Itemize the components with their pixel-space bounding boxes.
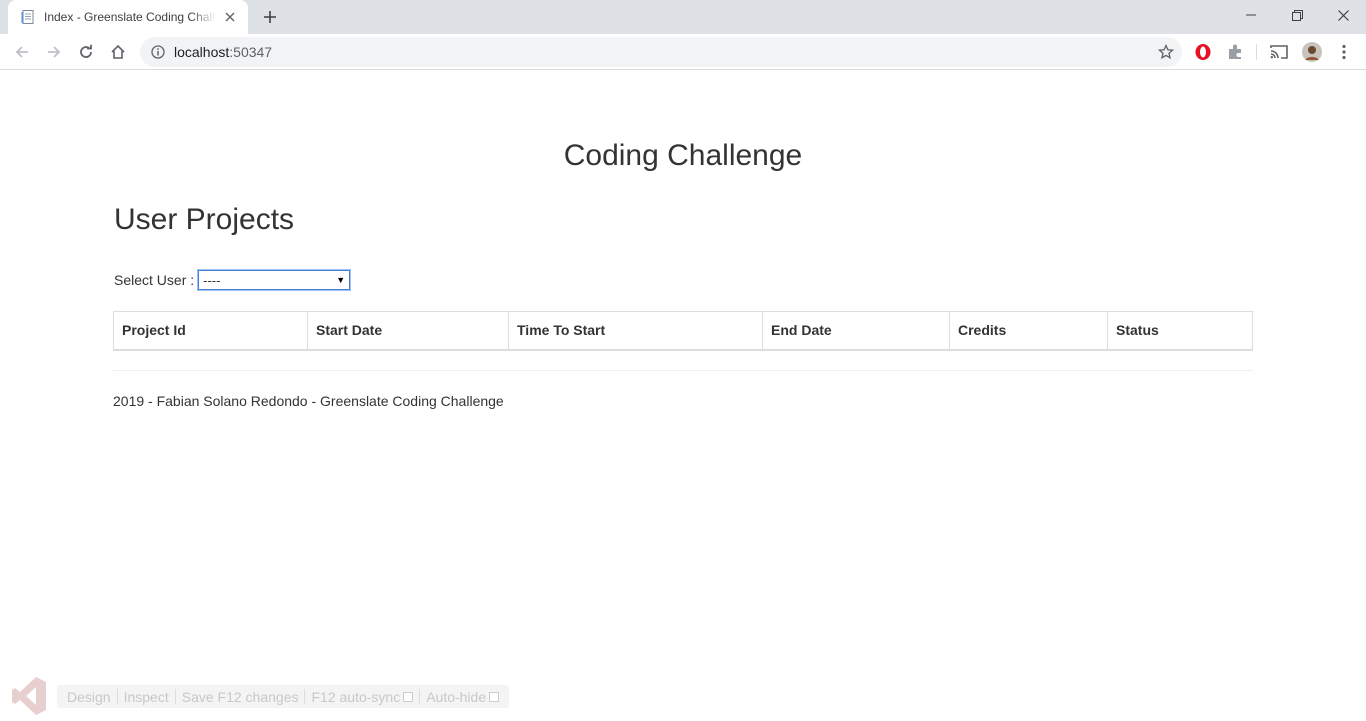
- back-arrow-icon: [15, 46, 28, 58]
- user-select-value: ----: [203, 272, 221, 288]
- column-header-project-id: Project Id: [113, 311, 308, 351]
- projects-table: Project Id Start Date Time To Start End …: [113, 311, 1253, 351]
- close-window-button[interactable]: [1320, 0, 1366, 30]
- section-title: User Projects: [114, 203, 295, 236]
- address-bar[interactable]: localhost:50347: [140, 37, 1182, 67]
- restore-button[interactable]: [1274, 0, 1320, 30]
- footer-text: 2019 - Fabian Solano Redondo - Greenslat…: [113, 393, 504, 409]
- forward-arrow-icon: [48, 46, 61, 58]
- save-f12-changes-button[interactable]: Save F12 changes: [176, 689, 305, 705]
- browser-link-toolbar: Design Inspect Save F12 changes F12 auto…: [57, 685, 510, 708]
- document-icon: [21, 10, 34, 24]
- chrome-menu-button[interactable]: [1334, 42, 1354, 62]
- f12-auto-sync-label: F12 auto-sync: [311, 688, 401, 705]
- minimize-button[interactable]: [1228, 0, 1274, 30]
- f12-auto-sync-toggle[interactable]: F12 auto-sync: [305, 689, 419, 705]
- inspect-button[interactable]: Inspect: [118, 689, 175, 705]
- table-header-row: Project Id Start Date Time To Start End …: [113, 311, 1253, 351]
- user-select-row: Select User : ---- ▼: [114, 270, 351, 290]
- toolbar-separator: [1256, 44, 1257, 60]
- reload-icon: [80, 44, 92, 58]
- visual-studio-icon[interactable]: [12, 676, 46, 716]
- design-button[interactable]: Design: [61, 689, 117, 705]
- cast-icon[interactable]: [1269, 42, 1289, 62]
- browser-tab[interactable]: Index - Greenslate Coding Challenge: [8, 0, 248, 34]
- select-user-label: Select User :: [114, 272, 195, 288]
- url-port: :50347: [229, 44, 273, 60]
- opera-icon[interactable]: [1193, 42, 1213, 62]
- close-tab-icon[interactable]: [222, 9, 238, 25]
- profile-avatar-icon[interactable]: [1302, 42, 1322, 62]
- auto-hide-checkbox[interactable]: [489, 691, 500, 702]
- reload-button[interactable]: [72, 38, 100, 66]
- auto-hide-toggle[interactable]: Auto-hide: [420, 689, 505, 705]
- bookmark-star-icon[interactable]: [1158, 44, 1174, 60]
- browser-toolbar: localhost:50347: [0, 34, 1366, 70]
- user-select[interactable]: ---- ▼: [198, 270, 351, 290]
- home-icon: [111, 44, 125, 59]
- auto-hide-label: Auto-hide: [426, 688, 487, 705]
- puzzle-extension-icon[interactable]: [1225, 42, 1245, 62]
- f12-auto-sync-checkbox[interactable]: [403, 691, 414, 702]
- column-header-status: Status: [1107, 311, 1253, 351]
- forward-button[interactable]: [40, 38, 68, 66]
- kebab-menu-icon: [1342, 44, 1346, 60]
- dropdown-arrow-icon: ▼: [336, 275, 346, 285]
- new-tab-button[interactable]: [258, 5, 282, 29]
- back-button[interactable]: [8, 38, 36, 66]
- tab-title: Index - Greenslate Coding Challenge: [44, 10, 216, 24]
- url-host: localhost: [174, 44, 230, 60]
- info-icon[interactable]: [150, 44, 166, 60]
- page-title: Coding Challenge: [563, 139, 803, 172]
- column-header-credits: Credits: [949, 311, 1108, 351]
- column-header-time-to-start: Time To Start: [508, 311, 763, 351]
- footer-divider: [113, 370, 1253, 371]
- column-header-end-date: End Date: [762, 311, 950, 351]
- home-button[interactable]: [104, 38, 132, 66]
- column-header-start-date: Start Date: [307, 311, 509, 351]
- browser-tabstrip: Index - Greenslate Coding Challenge: [0, 0, 1366, 34]
